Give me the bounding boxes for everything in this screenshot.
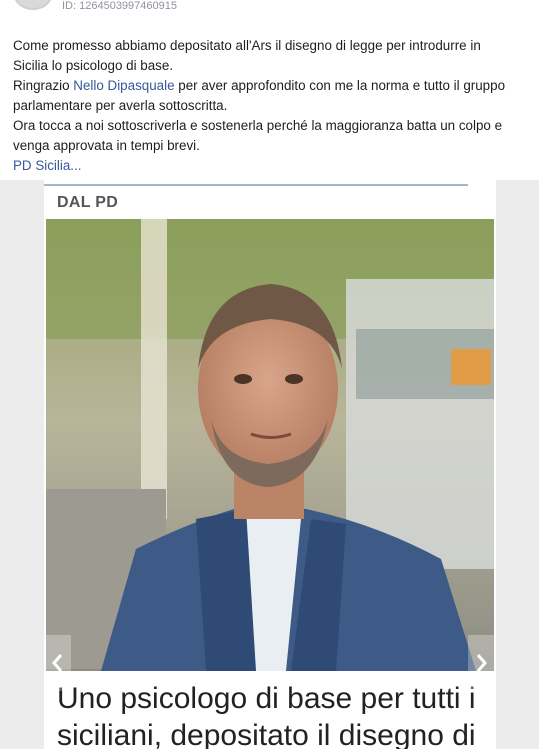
attached-image[interactable]: DAL PD Uno psicologo di base per tutti i… — [0, 180, 539, 749]
divider — [44, 184, 468, 186]
previous-image-button[interactable] — [45, 635, 71, 691]
article-card: DAL PD Uno psicologo di base per tutti i… — [44, 180, 496, 749]
post-text-line: Sicilia lo psicologo di base. — [13, 58, 174, 73]
post-link-line: PD Sicilia... — [13, 156, 533, 176]
post-id: ID: 1264503997460915 — [62, 0, 177, 12]
page-link[interactable]: PD Sicilia — [13, 158, 70, 173]
thanks-prefix: Ringrazio — [13, 78, 74, 93]
article-photo — [46, 219, 494, 671]
post-text-line: venga approvata in tempi brevi. — [13, 138, 200, 153]
thanks-suffix: per aver approfondito con me la norma e … — [174, 78, 506, 93]
post-text-thanks-line: Ringrazio Nello Dipasquale per aver appr… — [13, 76, 533, 96]
post-text-line: parlamentare per averla sottoscritta. — [13, 98, 228, 113]
chevron-left-icon — [52, 654, 63, 672]
next-image-button[interactable] — [468, 635, 494, 691]
post-text-line: Ora tocca a noi sottoscriverla e sostene… — [13, 118, 503, 133]
chevron-right-icon — [476, 654, 487, 672]
post-text-line: Come promesso abbiamo depositato all'Ars… — [13, 38, 481, 53]
section-label: DAL PD — [57, 194, 119, 211]
article-headline[interactable]: Uno psicologo di base per tutti i sicili… — [57, 680, 487, 749]
see-more-link[interactable]: ... — [70, 158, 81, 173]
avatar[interactable] — [14, 0, 52, 10]
mention-link[interactable]: Nello Dipasquale — [73, 78, 174, 93]
post-text: Come promesso abbiamo depositato all'Ars… — [13, 36, 533, 176]
